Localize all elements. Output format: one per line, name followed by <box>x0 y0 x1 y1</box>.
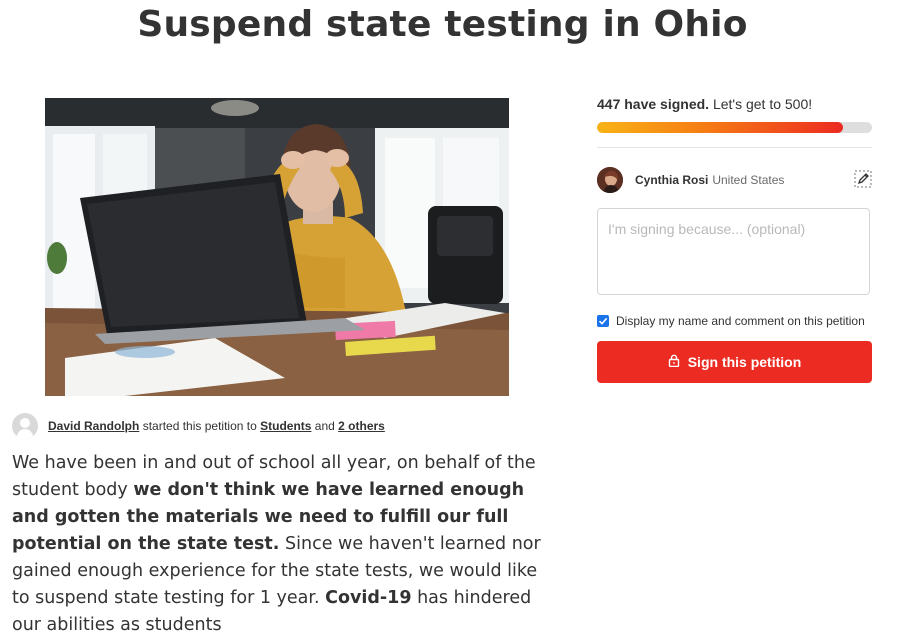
sign-petition-button[interactable]: Sign this petition <box>597 341 872 383</box>
avatar <box>597 167 623 193</box>
sign-button-label: Sign this petition <box>687 354 802 370</box>
signer-name: Cynthia Rosi <box>635 173 709 187</box>
others-link[interactable]: 2 others <box>338 419 385 433</box>
checkmark-icon <box>598 317 608 325</box>
petition-hero-image <box>45 98 509 396</box>
description-bold-2: Covid-19 <box>325 588 412 608</box>
comment-field[interactable] <box>597 208 870 295</box>
signer-country: United States <box>712 173 785 187</box>
target-link[interactable]: Students <box>260 419 311 433</box>
hero-photo <box>45 98 509 396</box>
user-silhouette-icon <box>12 413 38 439</box>
edit-pencil-icon[interactable] <box>854 170 872 188</box>
progress-fill <box>597 122 843 133</box>
starter-name-link[interactable]: David Randolph <box>48 419 139 433</box>
started-text: started this petition to <box>142 419 257 433</box>
signed-count-text: 447 have signed. <box>597 96 710 112</box>
and-text: and <box>314 419 335 433</box>
signature-count: 447 have signed. Let's get to 500! <box>597 96 872 112</box>
divider <box>597 147 872 148</box>
display-checkbox[interactable] <box>597 315 609 327</box>
sign-panel: 447 have signed. Let's get to 500! Cynth… <box>597 96 872 383</box>
lock-icon <box>668 354 680 370</box>
goal-text: Let's get to 500! <box>712 96 813 112</box>
page-title: Suspend state testing in Ohio <box>137 4 748 45</box>
petition-starter: David Randolph started this petition to … <box>12 413 385 439</box>
display-checkbox-label: Display my name and comment on this peti… <box>616 314 865 328</box>
petition-description: We have been in and out of school all ye… <box>12 450 552 639</box>
display-option: Display my name and comment on this peti… <box>597 314 872 328</box>
signer-info: Cynthia Rosi United States <box>597 166 872 194</box>
signature-progress-bar <box>597 122 872 133</box>
